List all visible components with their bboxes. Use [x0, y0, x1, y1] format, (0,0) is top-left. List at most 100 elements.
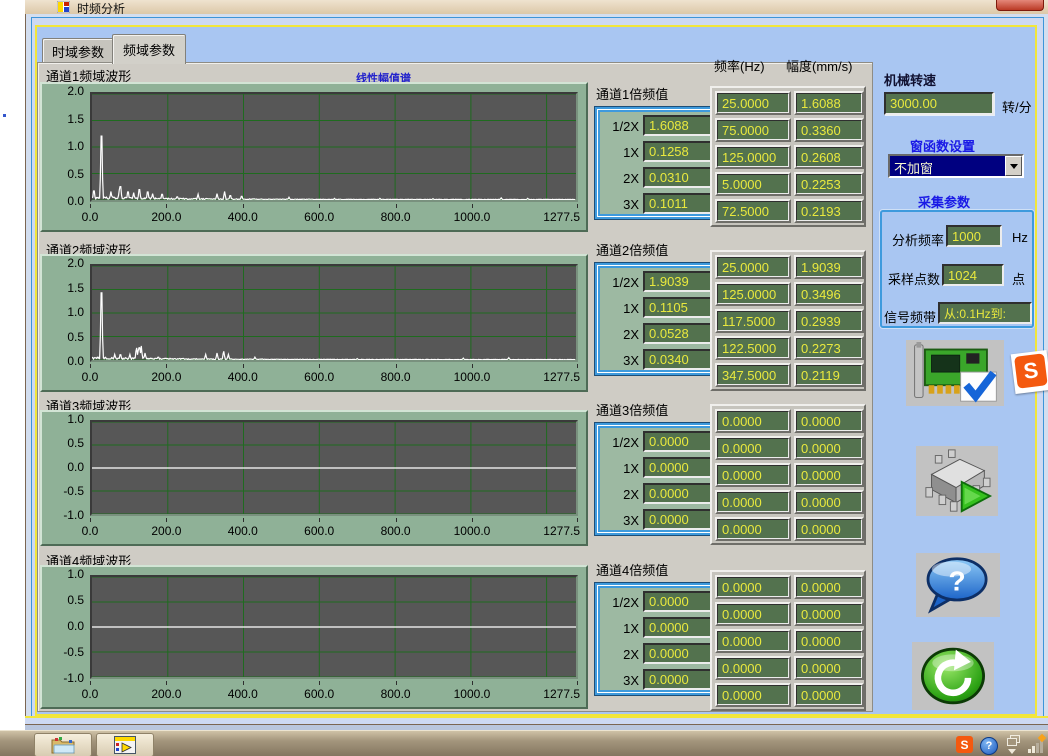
- amp-value: 0.0000: [796, 658, 862, 678]
- taskbar[interactable]: S ?: [0, 730, 1048, 756]
- x-tick-label: 600.0: [294, 524, 344, 538]
- freq-amp-table-ch4: 0.00000.00000.00000.00000.00000.00000.00…: [710, 570, 866, 711]
- amp-value: 0.0000: [796, 438, 862, 458]
- harmonic-label-3X: 3X: [601, 673, 639, 688]
- close-button[interactable]: [996, 0, 1044, 11]
- freq-cell-ch2-row3: 117.5000: [715, 309, 791, 333]
- harmonics-title-ch4: 通道4倍频值: [596, 560, 668, 579]
- amp-cell-ch2-row5: 0.2119: [794, 363, 864, 387]
- freq-value: 0.0000: [717, 604, 789, 624]
- signal-band-label: 信号频带: [884, 307, 936, 326]
- amp-value: 0.0000: [796, 685, 862, 705]
- freq-cell-ch4-row2: 0.0000: [715, 602, 791, 626]
- harmonics-title-ch1: 通道1倍频值: [596, 84, 668, 103]
- taskbar-labview-button[interactable]: [96, 733, 154, 756]
- tray-help-icon[interactable]: ?: [980, 737, 998, 755]
- machine-speed-value: 3000.00: [890, 96, 937, 111]
- daq-card-check-button[interactable]: [906, 340, 1004, 406]
- harmonic-value-ch1-1X: 0.1258: [643, 141, 715, 162]
- amp-value: 0.3360: [796, 120, 862, 140]
- freq-cell-ch1-row4: 5.0000: [715, 172, 791, 196]
- x-tick-mark: [243, 681, 244, 685]
- y-tick-label: -0.5: [44, 645, 84, 659]
- network-bar: [1032, 746, 1035, 753]
- machine-speed-unit: 转/分: [1002, 97, 1032, 116]
- harmonics-box-ch2: 1/2X1.90391X0.11052X0.05283X0.0340: [594, 262, 722, 376]
- dropdown-arrow-icon[interactable]: [1005, 156, 1022, 176]
- x-tick-label: 600.0: [294, 687, 344, 701]
- x-tick-mark: [243, 204, 244, 208]
- waveform-graph-ch4: 1.00.50.0-0.5-1.00.0200.0400.0600.0800.0…: [40, 565, 588, 709]
- harmonic-value-ch4-1X: 0.0000: [643, 617, 715, 638]
- x-tick-label: 200.0: [141, 687, 191, 701]
- y-tick-label: 2.0: [44, 256, 84, 270]
- signal-band-field[interactable]: 从:0.1Hz到:: [938, 302, 1032, 324]
- tray-network-icon[interactable]: [1028, 735, 1046, 753]
- y-tick-label: 1.0: [44, 567, 84, 581]
- y-tick-label: 1.5: [44, 112, 84, 126]
- freq-cell-ch3-row2: 0.0000: [715, 436, 791, 460]
- window-function-dropdown[interactable]: 不加窗: [888, 154, 1024, 178]
- tab-frequency-domain[interactable]: 频域参数: [112, 34, 186, 64]
- x-tick-label: 200.0: [141, 524, 191, 538]
- sogou-icon: S: [1014, 353, 1048, 388]
- x-tick-mark: [243, 364, 244, 368]
- refresh-button[interactable]: [912, 642, 994, 710]
- freq-cell-ch4-row4: 0.0000: [715, 656, 791, 680]
- x-tick-mark: [577, 518, 578, 522]
- freq-value: 0.0000: [717, 577, 789, 597]
- y-tick-label: 0.0: [44, 354, 84, 368]
- labview-window-icon: [114, 736, 136, 754]
- freq-value: 122.5000: [717, 338, 789, 358]
- harmonics-box-ch1: 1/2X1.60881X0.12582X0.03103X0.1011: [594, 106, 722, 220]
- y-tick-label: -1.0: [44, 671, 84, 685]
- x-tick-mark: [396, 518, 397, 522]
- harmonic-value-ch4-3X: 0.0000: [643, 669, 715, 690]
- freq-cell-ch1-row2: 75.0000: [715, 118, 791, 142]
- freq-value: 25.0000: [717, 93, 789, 113]
- freq-cell-ch3-row5: 0.0000: [715, 517, 791, 541]
- harmonic-label-2X: 2X: [601, 647, 639, 662]
- x-tick-mark: [90, 518, 91, 522]
- x-tick-mark: [166, 204, 167, 208]
- screen: 时频分析 时域参数 频域参数 线性幅值谱 频率(Hz) 幅度(mm/s) 机械转…: [0, 0, 1048, 756]
- window-titlebar[interactable]: 时频分析: [25, 0, 1048, 14]
- chip-run-button[interactable]: [916, 446, 998, 516]
- tray-expand-arrow-icon[interactable]: [1008, 749, 1016, 756]
- harmonic-value-ch4-1/2X: 0.0000: [643, 591, 715, 612]
- analysis-freq-label: 分析频率: [892, 230, 944, 249]
- x-tick-mark: [90, 204, 91, 208]
- sample-count-field[interactable]: 1024: [942, 264, 1004, 286]
- freq-column-header: 频率(Hz): [714, 56, 765, 75]
- y-tick-label: 0.5: [44, 593, 84, 607]
- amp-value: 0.2939: [796, 311, 862, 331]
- analysis-freq-field[interactable]: 1000: [946, 225, 1002, 247]
- amp-cell-ch2-row2: 0.3496: [794, 282, 864, 306]
- x-tick-mark: [90, 681, 91, 685]
- tab-time-domain[interactable]: 时域参数: [42, 38, 114, 63]
- window-function-selected: 不加窗: [890, 156, 1005, 176]
- x-tick-mark: [472, 364, 473, 368]
- amp-cell-ch2-row4: 0.2273: [794, 336, 864, 360]
- x-tick-label: 0.0: [65, 370, 115, 384]
- tab-time-domain-label: 时域参数: [52, 42, 104, 61]
- tray-sogou-icon[interactable]: S: [956, 736, 973, 753]
- harmonic-label-2X: 2X: [601, 327, 639, 342]
- amp-cell-ch2-row3: 0.2939: [794, 309, 864, 333]
- amp-value: 1.6088: [796, 93, 862, 113]
- taskbar-folder-button[interactable]: [34, 733, 92, 756]
- amp-cell-ch3-row1: 0.0000: [794, 409, 864, 433]
- window-bottom-frame: [25, 716, 1048, 724]
- x-tick-mark: [319, 364, 320, 368]
- sogou-floating-badge[interactable]: S: [1011, 350, 1048, 394]
- machine-speed-field[interactable]: 3000.00: [884, 92, 994, 115]
- harmonics-title-ch2: 通道2倍频值: [596, 240, 668, 259]
- amp-value: 0.0000: [796, 577, 862, 597]
- freq-cell-ch2-row2: 125.0000: [715, 282, 791, 306]
- x-tick-label: 1277.5: [528, 210, 580, 224]
- tray-sogou-letter: S: [960, 738, 968, 752]
- amp-value: 0.2193: [796, 201, 862, 221]
- plot-area-ch2: [90, 264, 578, 362]
- help-button[interactable]: ?: [916, 553, 1000, 617]
- analysis-freq-unit: Hz: [1012, 230, 1028, 245]
